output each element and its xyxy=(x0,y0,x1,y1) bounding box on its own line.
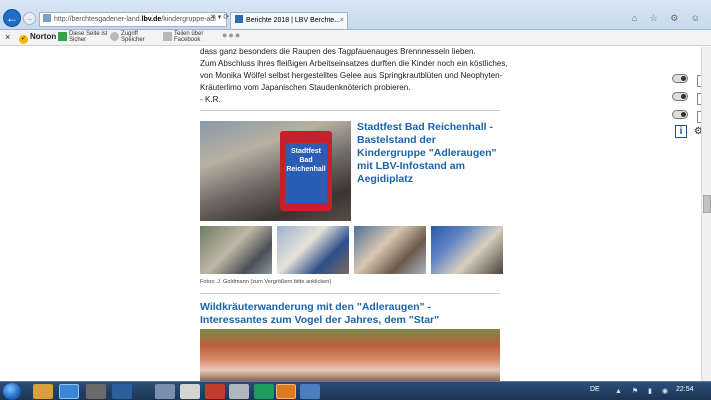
share-icon xyxy=(163,32,172,41)
safe-site-indicator[interactable]: Diese Seite ist Sicher xyxy=(58,31,107,43)
site-favicon-icon xyxy=(43,14,51,22)
storage-icon xyxy=(110,32,119,41)
share-label: Teilen über Facebook xyxy=(174,31,203,43)
stadtfest-title-link[interactable]: Stadtfest Bad Reichenhall - Bastelstand … xyxy=(357,121,500,186)
norton-check-icon: ✓ xyxy=(19,35,28,44)
web-page: dass ganz besonders die Raupen des Tagpf… xyxy=(0,47,711,381)
norton-label: Norton xyxy=(30,32,57,41)
taskbar-clock[interactable]: 22:54 xyxy=(676,386,694,393)
language-indicator[interactable]: DE xyxy=(590,386,600,393)
section-divider xyxy=(200,110,500,111)
new-tab-button[interactable] xyxy=(349,12,363,29)
stadtfest-sign-text: Stadtfest Bad Reichenhall xyxy=(285,143,327,203)
norton-toolbar: × ✓ Norton Diese Seite ist Sicher Zugriff S… xyxy=(0,30,711,46)
address-bar[interactable]: http://berchtesgadener-land.lbv.de/kinde… xyxy=(39,12,227,27)
wildkraeuter-photo[interactable] xyxy=(200,329,500,381)
app-taskbar-icon-8[interactable] xyxy=(229,384,249,399)
screen: ← → http://berchtesgadener-land.lbv.de/k… xyxy=(0,0,711,400)
access-storage-button[interactable]: Zugriff Speicher xyxy=(110,31,145,43)
url-suffix: /kindergruppe-adl xyxy=(161,16,216,23)
gallery-thumb-1[interactable] xyxy=(200,226,272,274)
access-line2: Speicher xyxy=(121,37,145,43)
toggle-3[interactable] xyxy=(672,110,688,119)
share-facebook-button[interactable]: Teilen über Facebook xyxy=(163,31,203,43)
toolbar-close-icon[interactable]: × xyxy=(5,32,10,42)
url-domain: lbv.de xyxy=(141,16,162,23)
norton-button[interactable]: ✓ Norton xyxy=(19,32,56,44)
gallery-thumb-2[interactable] xyxy=(277,226,349,274)
ie-taskbar-icon[interactable] xyxy=(59,384,79,399)
tab-close-icon[interactable]: × xyxy=(340,13,344,28)
stadtfest-sign: Stadtfest Bad Reichenhall xyxy=(280,131,332,211)
app-taskbar-icon-7[interactable] xyxy=(205,384,225,399)
app-taskbar-icon-3[interactable] xyxy=(86,384,106,399)
address-bar-buttons[interactable]: ✕ ▾ ⟳ xyxy=(210,13,229,21)
stadtfest-photo[interactable]: Stadtfest Bad Reichenhall xyxy=(200,121,351,221)
scrollbar-thumb[interactable] xyxy=(703,195,711,213)
access-label: Zugriff Speicher xyxy=(121,31,145,43)
app-taskbar-icon-6[interactable] xyxy=(180,384,200,399)
tab-favicon-icon xyxy=(235,15,243,23)
info-icon[interactable]: i xyxy=(675,125,687,138)
wildkraeuter-title-link[interactable]: Wildkräuterwanderung mit den "Adleraugen… xyxy=(200,301,500,327)
browser-icons[interactable]: ⌂ ☆ ⚙ ☺ xyxy=(632,13,705,24)
photo-caption: Fotos: J. Goldmann (zum Vergrößern bitte… xyxy=(200,279,332,285)
firefox-taskbar-icon[interactable] xyxy=(276,384,296,399)
system-tray-icons[interactable]: ▲ ⚑ ▮ ◉ xyxy=(615,387,672,395)
safe-line2: Sicher xyxy=(69,37,87,43)
toolbar-more-button[interactable]: ●●● xyxy=(222,31,241,40)
article-text-line-5: - K.R. xyxy=(200,95,221,104)
toggle-2[interactable] xyxy=(672,92,688,101)
shield-check-icon xyxy=(58,32,67,41)
share-line2: Facebook xyxy=(174,37,201,43)
gallery-thumb-3[interactable] xyxy=(354,226,426,274)
forward-button[interactable]: → xyxy=(23,12,36,25)
section-divider-2 xyxy=(200,293,500,294)
article-text-line-3: von Monika Wölfel selbst hergestelltes G… xyxy=(200,71,503,80)
gallery-thumb-4[interactable] xyxy=(431,226,503,274)
taskbar: DE ▲ ⚑ ▮ ◉ 22:54 xyxy=(0,381,711,400)
article-text-line-4: Kräuterlimo vom Japanischen Staudenknöte… xyxy=(200,83,411,92)
safe-site-label: Diese Seite ist Sicher xyxy=(69,31,107,43)
url-prefix: http://berchtesgadener-land. xyxy=(54,16,142,23)
back-button[interactable]: ← xyxy=(3,9,21,27)
app-taskbar-icon-11[interactable] xyxy=(300,384,320,399)
article-text-line-1: dass ganz besonders die Raupen des Tagpf… xyxy=(200,47,476,56)
explorer-taskbar-icon[interactable] xyxy=(33,384,53,399)
app-taskbar-icon-4[interactable] xyxy=(112,384,132,399)
tab-title: Berichte 2018 | LBV Berchte... xyxy=(246,17,341,24)
toggle-1[interactable] xyxy=(672,74,688,83)
browser-titlebar: ← → http://berchtesgadener-land.lbv.de/k… xyxy=(0,0,711,30)
page-scrollbar[interactable] xyxy=(701,47,711,381)
app-taskbar-icon-5[interactable] xyxy=(155,384,175,399)
arrow-left-icon: ← xyxy=(6,11,18,25)
arrow-right-icon: → xyxy=(25,14,34,23)
tab-berichte-2018[interactable]: Berichte 2018 | LBV Berchte... × xyxy=(230,12,348,29)
app-taskbar-icon-9[interactable] xyxy=(254,384,274,399)
start-button[interactable] xyxy=(3,383,21,400)
article-text-line-2: Zum Abschluss ihres fleißigen Arbeitsein… xyxy=(200,59,508,68)
